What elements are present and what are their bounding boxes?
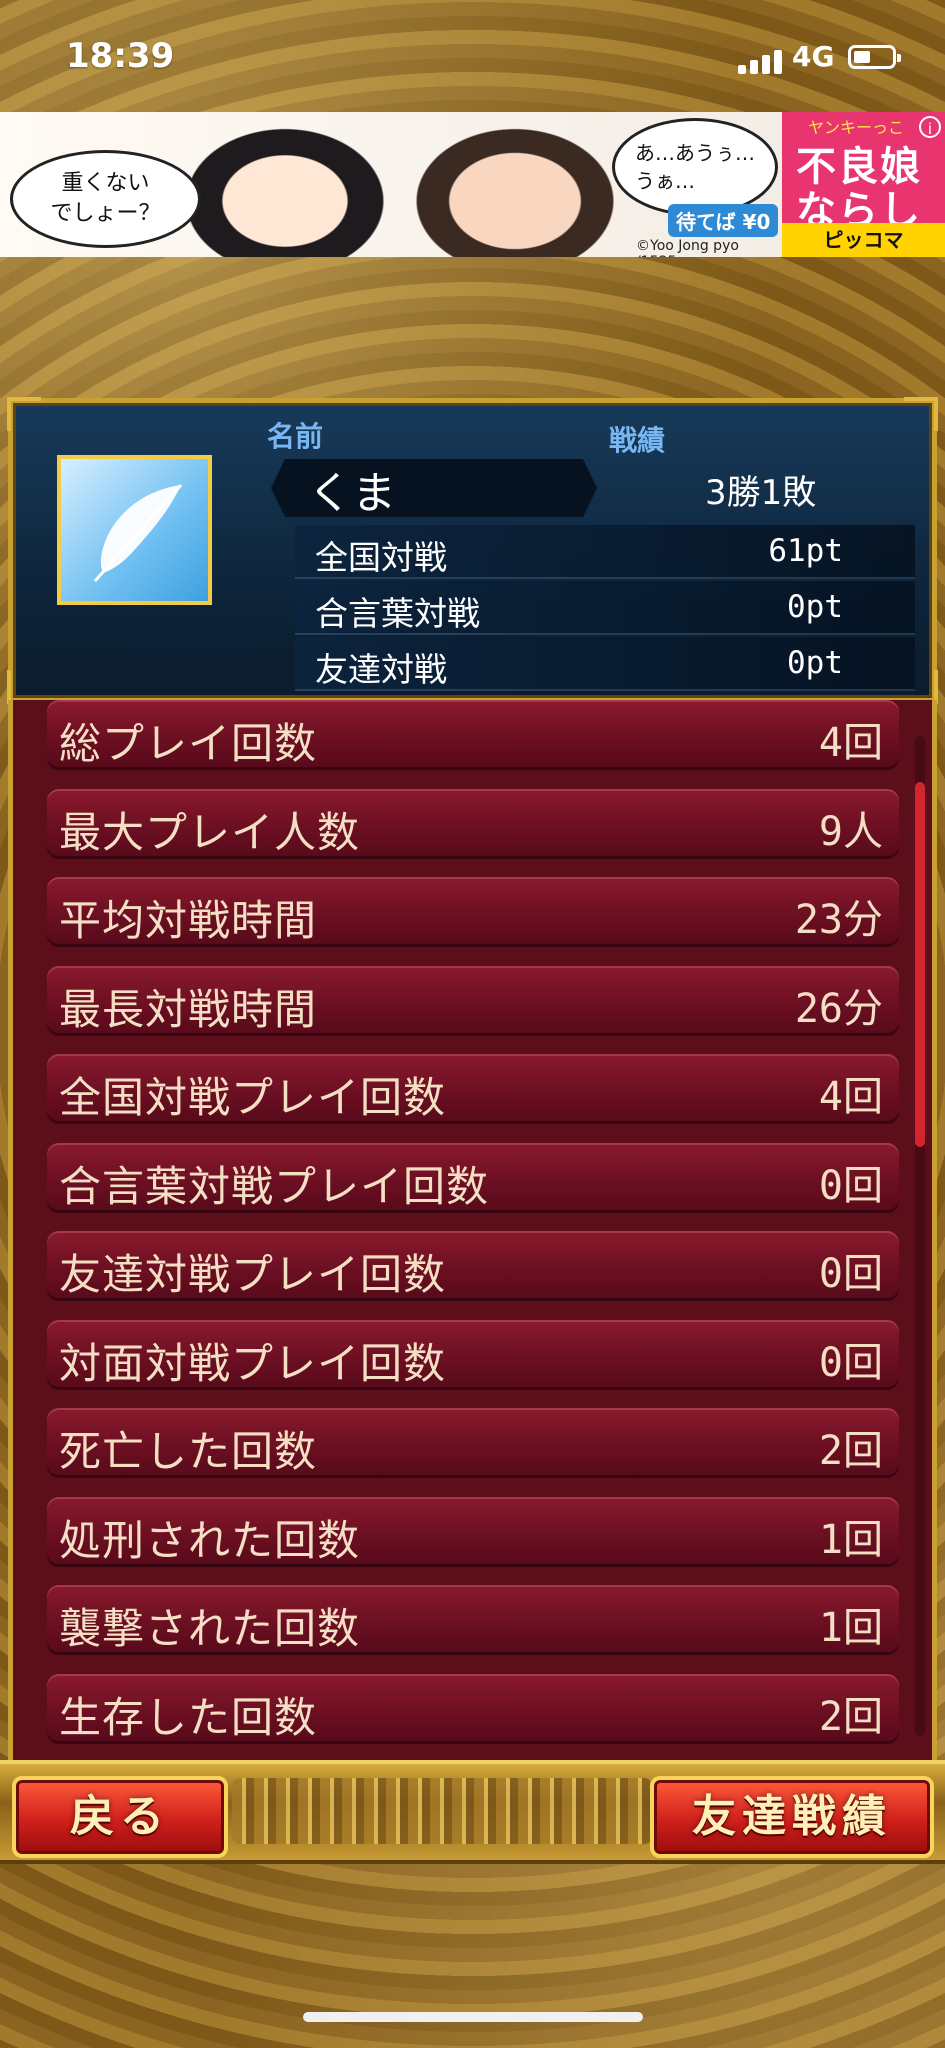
stat-value: 4回 (818, 1074, 883, 1120)
ad-speech-bubble-right: あ…あうぅ… うぁ… (612, 118, 778, 216)
stat-value: 23分 (794, 897, 883, 943)
record-label: 戦績 (609, 424, 666, 457)
rating-row-national: 全国対戦 61pt (295, 525, 915, 579)
clock: 18:39 (66, 36, 175, 76)
stat-label: 合言葉対戦プレイ回数 (59, 1162, 490, 1211)
bottom-bar: 戻る 友達戦績 (0, 1760, 945, 1864)
stat-label: 全国対戦プレイ回数 (59, 1073, 447, 1122)
ad-credit: ©Yoo Jong pyo /1535 (636, 238, 739, 257)
list-item: 対面対戦プレイ回数 0回 (47, 1320, 899, 1390)
list-item: 襲撃された回数 1回 (47, 1585, 899, 1655)
stat-label: 最大プレイ人数 (59, 808, 361, 857)
list-item: 友達対戦プレイ回数 0回 (47, 1231, 899, 1301)
stat-value: 4回 (818, 720, 883, 766)
back-button[interactable]: 戻る (12, 1776, 228, 1858)
rating-label: 友達対戦 (315, 650, 447, 689)
rating-value: 0pt (787, 645, 843, 681)
ad-character-boy (400, 117, 630, 257)
stat-label: 最長対戦時間 (59, 985, 318, 1034)
ad-character-girl (170, 117, 400, 257)
scrollbar-thumb[interactable] (915, 782, 925, 1147)
stat-value: 0回 (818, 1251, 883, 1297)
player-summary-panel: 名前 戦績 くま 3勝1敗 全国対戦 61pt 合言葉対戦 0pt 友達対戦 0… (7, 397, 938, 704)
stat-label: 襲撃された回数 (59, 1604, 361, 1653)
list-item: 生存した回数 2回 (47, 1674, 899, 1744)
list-item: 死亡した回数 2回 (47, 1408, 899, 1478)
ad-banner[interactable]: 重くない でしょー？ あ…あうぅ… うぁ… 待てば ¥0 ©Yoo Jong p… (0, 112, 945, 257)
ad-brand: ピッコマ (782, 223, 945, 257)
corner-ornament (7, 397, 41, 431)
battery-icon (848, 45, 901, 69)
stat-label: 処刑された回数 (59, 1516, 361, 1565)
list-item: 合言葉対戦プレイ回数 0回 (47, 1143, 899, 1213)
network-type: 4G (792, 40, 835, 73)
corner-ornament (7, 670, 41, 704)
stat-label: 生存した回数 (59, 1693, 318, 1742)
list-item: 最大プレイ人数 9人 (47, 789, 899, 859)
battery-level (854, 51, 870, 63)
stat-value: 1回 (818, 1517, 883, 1563)
stat-label: 死亡した回数 (59, 1427, 318, 1476)
friend-record-button[interactable]: 友達戦績 (650, 1776, 934, 1858)
feather-icon (93, 483, 183, 583)
stat-value: 9人 (818, 809, 883, 855)
stat-value: 0回 (818, 1340, 883, 1386)
rating-row-password: 合言葉対戦 0pt (295, 581, 915, 635)
list-item: 平均対戦時間 23分 (47, 877, 899, 947)
stat-label: 友達対戦プレイ回数 (59, 1250, 447, 1299)
rating-label: 合言葉対戦 (315, 594, 480, 633)
stat-value: 1回 (818, 1605, 883, 1651)
rating-label: 全国対戦 (315, 538, 447, 577)
name-label: 名前 (267, 420, 324, 453)
status-bar: 18:39 4G (0, 0, 945, 112)
list-item: 処刑された回数 1回 (47, 1497, 899, 1567)
ad-comic-panel[interactable]: 重くない でしょー？ あ…あうぅ… うぁ… 待てば ¥0 ©Yoo Jong p… (0, 112, 782, 257)
list-item: 全国対戦プレイ回数 4回 (47, 1054, 899, 1124)
win-loss-record: 3勝1敗 (705, 473, 817, 513)
home-indicator[interactable] (303, 2012, 643, 2022)
corner-ornament (904, 397, 938, 431)
signal-icon (738, 48, 784, 74)
stat-label: 平均対戦時間 (59, 896, 318, 945)
stat-label: 対面対戦プレイ回数 (59, 1339, 447, 1388)
player-name: くま (308, 468, 396, 519)
stat-value: 26分 (794, 986, 883, 1032)
avatar (57, 455, 212, 605)
list-item: 総プレイ回数 4回 (47, 700, 899, 770)
gold-ornament (232, 1778, 652, 1844)
stat-value: 2回 (818, 1694, 883, 1740)
stats-list[interactable]: 総プレイ回数 4回 最大プレイ人数 9人 平均対戦時間 23分 最長対戦時間 2… (8, 700, 937, 1760)
info-icon[interactable]: i (919, 116, 941, 138)
rating-value: 61pt (768, 533, 843, 569)
stat-label: 総プレイ回数 (59, 719, 318, 768)
ad-speech-bubble-left: 重くない でしょー？ (10, 150, 201, 248)
list-item: 最長対戦時間 26分 (47, 966, 899, 1036)
ad-title-panel[interactable]: ヤンキーっこ 不良娘 ならし ピッコマ i (782, 112, 945, 257)
rating-value: 0pt (787, 589, 843, 625)
rating-row-friend: 友達対戦 0pt (295, 637, 915, 691)
stat-value: 0回 (818, 1163, 883, 1209)
stat-value: 2回 (818, 1428, 883, 1474)
ad-free-badge: 待てば ¥0 (668, 204, 779, 237)
